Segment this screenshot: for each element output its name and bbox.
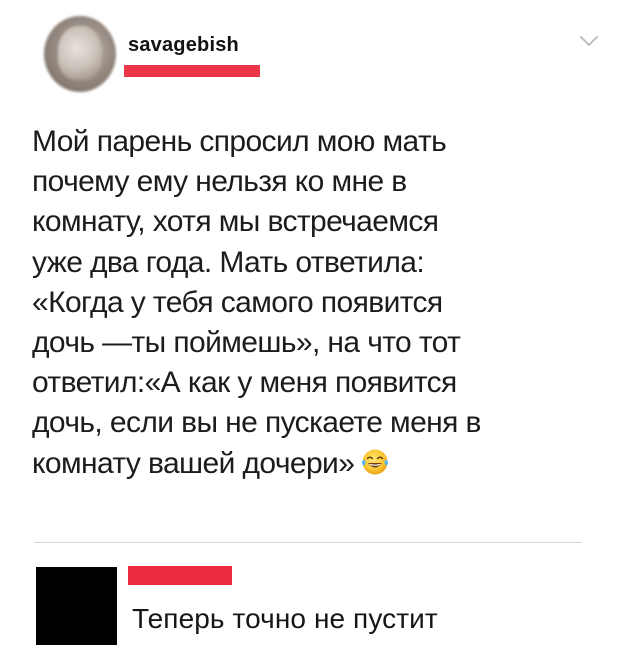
user-avatar[interactable] (44, 16, 116, 92)
post-body: Мой парень спросил мою мать почему ему н… (32, 122, 592, 484)
reply-text: Теперь точно не пустит (132, 603, 438, 634)
reply-avatar[interactable] (36, 567, 117, 645)
username-redaction-bar (124, 65, 260, 77)
post-header: savagebish (36, 12, 600, 102)
avatar-blur (58, 26, 102, 80)
reply-username-redaction-bar (128, 566, 232, 585)
post-text: Мой парень спросил мою мать почему ему н… (32, 125, 481, 480)
username[interactable]: savagebish (128, 34, 239, 57)
divider (34, 542, 582, 543)
chevron-down-icon[interactable] (578, 32, 600, 50)
face-with-tears-of-joy-icon (362, 449, 389, 475)
